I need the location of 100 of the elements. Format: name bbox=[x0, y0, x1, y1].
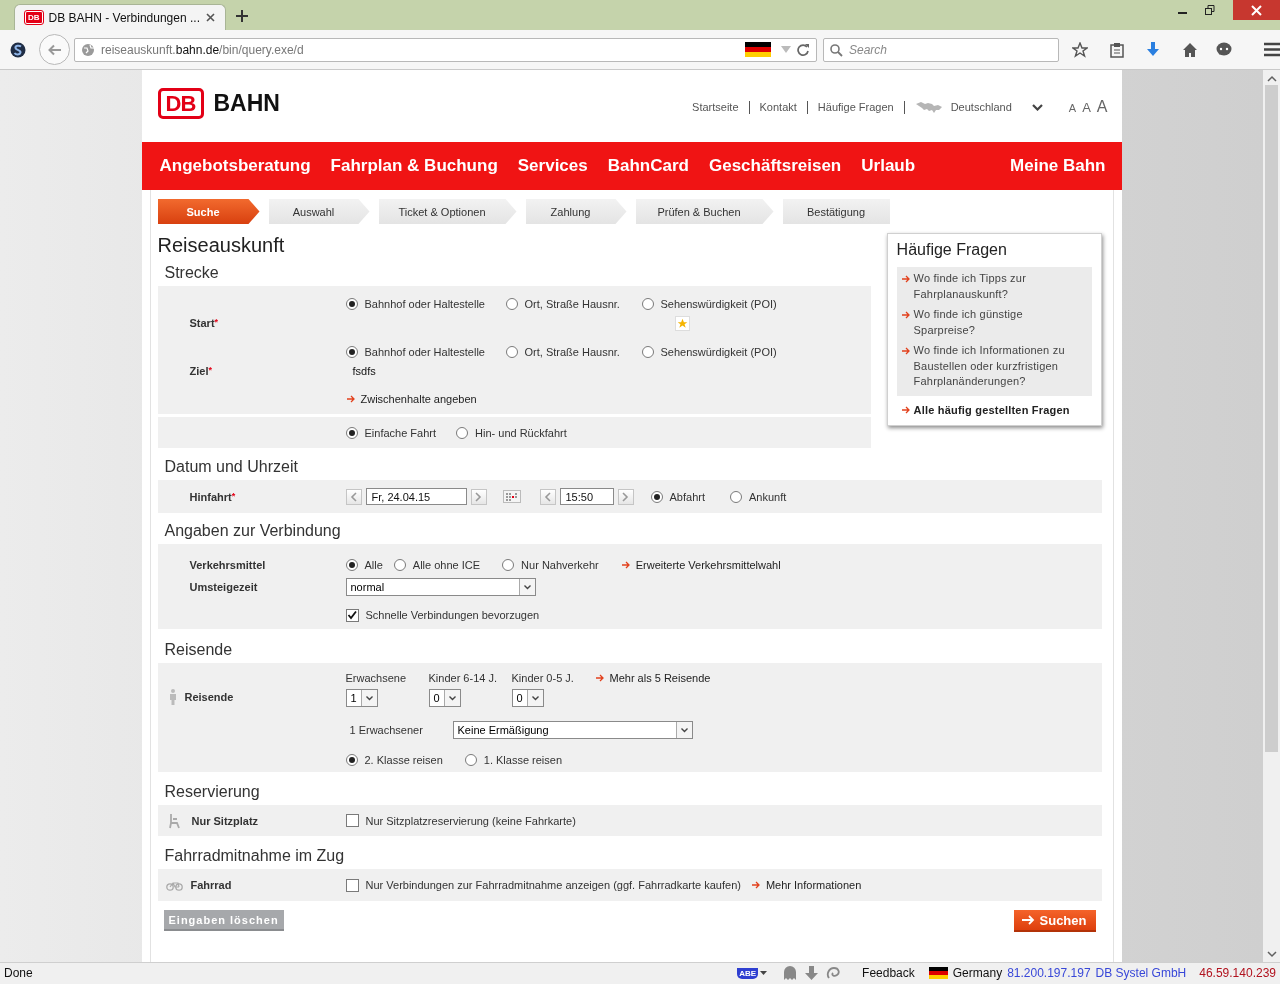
header-link[interactable]: Häufige Fragen bbox=[817, 101, 894, 113]
radio-button[interactable] bbox=[345, 346, 358, 358]
caret-icon[interactable] bbox=[760, 971, 768, 975]
reload-icon[interactable] bbox=[797, 43, 810, 56]
scroll-up-icon[interactable] bbox=[1266, 75, 1277, 83]
dropdown[interactable]: Keine Ermäßigung bbox=[452, 721, 693, 739]
calendar-icon[interactable] bbox=[502, 490, 521, 503]
addon-icon[interactable] bbox=[10, 41, 26, 58]
radio-label: Nur Nahverkehr bbox=[521, 559, 599, 571]
transport-options-link[interactable]: Erweiterte Verkehrsmittelwahl bbox=[635, 559, 781, 571]
faq-link[interactable]: Wo finde ich günstige Sparpreise? bbox=[913, 307, 1086, 338]
nav-link[interactable]: BahnCard bbox=[607, 156, 689, 176]
radio-button[interactable] bbox=[345, 559, 358, 571]
more-info-link[interactable]: Mehr Informationen bbox=[765, 879, 862, 891]
arrow-icon bbox=[1020, 915, 1035, 925]
address-bar[interactable]: reiseauskunft.bahn.de/bin/query.exe/d bbox=[74, 37, 817, 62]
account-link[interactable]: Meine Bahn bbox=[1010, 156, 1106, 176]
menu-icon[interactable] bbox=[1264, 42, 1280, 57]
field-label: Umsteigezeit bbox=[189, 581, 258, 593]
star-icon[interactable] bbox=[1072, 41, 1088, 58]
country-selector[interactable]: Deutschland bbox=[950, 101, 1012, 113]
header-link[interactable]: Startseite bbox=[692, 101, 739, 113]
more-travellers-link[interactable]: Mehr als 5 Reisende bbox=[609, 672, 711, 684]
scroll-down-icon[interactable] bbox=[1266, 950, 1277, 958]
radio-button[interactable] bbox=[456, 426, 469, 439]
client-ip: 46.59.140.239 bbox=[1199, 966, 1276, 980]
step-tab[interactable]: Ticket & Optionen bbox=[378, 199, 517, 224]
home-icon[interactable] bbox=[1182, 41, 1198, 58]
arrow-icon bbox=[345, 393, 355, 404]
search-button[interactable]: Suchen bbox=[1013, 910, 1096, 932]
nav-link[interactable]: Fahrplan & Buchung bbox=[330, 156, 498, 176]
back-arrow-icon bbox=[47, 43, 62, 56]
radio-button[interactable] bbox=[464, 754, 477, 766]
new-tab-icon[interactable] bbox=[236, 10, 248, 22]
dropdown[interactable]: normal bbox=[345, 578, 536, 596]
nav-link[interactable]: Urlaub bbox=[861, 156, 916, 176]
checkbox[interactable] bbox=[345, 608, 359, 622]
close-icon bbox=[1251, 4, 1262, 16]
radio-label: Ankunft bbox=[748, 490, 787, 503]
faq-link[interactable]: Wo finde ich Informationen zu Baustellen oder kurzfristigen Fahrplanänderungen? bbox=[913, 343, 1086, 390]
radio-button[interactable] bbox=[729, 490, 742, 503]
step-tab[interactable]: Bestätigung bbox=[782, 199, 890, 224]
radio-button[interactable] bbox=[345, 298, 358, 310]
previous-time-button[interactable] bbox=[539, 488, 556, 505]
next-day-button[interactable] bbox=[470, 488, 487, 505]
chat-icon[interactable] bbox=[1216, 41, 1232, 58]
seat-icon bbox=[167, 812, 181, 829]
back-button[interactable] bbox=[39, 34, 70, 65]
browser-tab[interactable]: DB DB BAHN - Verbindungen ... bbox=[14, 4, 226, 30]
chevron-icon[interactable] bbox=[1031, 103, 1043, 111]
checkbox[interactable] bbox=[345, 878, 359, 892]
restore-icon[interactable] bbox=[1205, 5, 1215, 15]
swirl-icon[interactable] bbox=[826, 966, 841, 980]
bicycle-icon bbox=[165, 879, 183, 891]
faq-link[interactable]: Wo finde ich Tipps zur Fahrplanauskunft? bbox=[913, 271, 1086, 302]
ghost-icon[interactable] bbox=[783, 965, 798, 981]
nav-link[interactable]: Angebotsberatung bbox=[159, 156, 311, 176]
step-tab[interactable]: Zahlung bbox=[525, 199, 627, 224]
radio-button[interactable] bbox=[505, 298, 518, 310]
dropdown[interactable]: 0 bbox=[428, 689, 461, 707]
count-label: Kinder 6-14 J. bbox=[428, 672, 498, 684]
font-size-button[interactable]: A bbox=[1082, 100, 1091, 115]
previous-day-button[interactable] bbox=[345, 488, 362, 505]
feedback-link[interactable]: Feedback bbox=[862, 966, 915, 980]
download-icon[interactable] bbox=[805, 966, 819, 980]
time-field[interactable]: 15:50 bbox=[559, 488, 614, 505]
section-heading: Datum und Uhrzeit bbox=[163, 457, 299, 477]
next-time-button[interactable] bbox=[617, 488, 634, 505]
radio-button[interactable] bbox=[393, 559, 406, 571]
dropdown[interactable]: 0 bbox=[511, 689, 544, 707]
radio-button[interactable] bbox=[641, 346, 654, 358]
country-text: Germany bbox=[952, 966, 1003, 980]
step-tab[interactable]: Prüfen & Buchen bbox=[635, 199, 774, 224]
date-field[interactable]: Fr, 24.04.15 bbox=[365, 488, 467, 505]
checkbox[interactable] bbox=[345, 814, 359, 827]
header-link[interactable]: Kontakt bbox=[759, 101, 797, 113]
globe-icon bbox=[81, 42, 95, 57]
font-size-button[interactable]: A bbox=[1096, 98, 1108, 116]
addon-badge[interactable]: ABE bbox=[737, 967, 759, 979]
radio-button[interactable] bbox=[505, 346, 518, 358]
close-icon[interactable] bbox=[206, 13, 215, 22]
nav-link[interactable]: Services bbox=[517, 156, 588, 176]
dropdown[interactable]: 1 bbox=[345, 689, 378, 707]
search-field[interactable]: Search bbox=[823, 37, 1059, 62]
step-tab[interactable]: Auswahl bbox=[268, 199, 370, 224]
radio-button[interactable] bbox=[345, 754, 358, 766]
download-icon[interactable] bbox=[1146, 42, 1160, 57]
scrollbar-thumb[interactable] bbox=[1265, 85, 1278, 752]
clipboard-icon[interactable] bbox=[1110, 41, 1124, 58]
step-tab[interactable]: Suche bbox=[157, 199, 260, 224]
radio-button[interactable] bbox=[502, 559, 515, 571]
nav-link[interactable]: Geschäftsreisen bbox=[708, 156, 842, 176]
via-stops-link[interactable]: Zwischenhalte angeben bbox=[360, 392, 477, 405]
radio-button[interactable] bbox=[650, 490, 663, 503]
radio-button[interactable] bbox=[345, 426, 358, 439]
radio-button[interactable] bbox=[641, 298, 654, 310]
all-faq-link[interactable]: Alle häufig gestellten Fragen bbox=[913, 403, 1070, 416]
section-heading: Reisende bbox=[163, 640, 234, 660]
font-size-button[interactable]: A bbox=[1068, 102, 1077, 114]
window-close-button[interactable] bbox=[1233, 0, 1280, 20]
